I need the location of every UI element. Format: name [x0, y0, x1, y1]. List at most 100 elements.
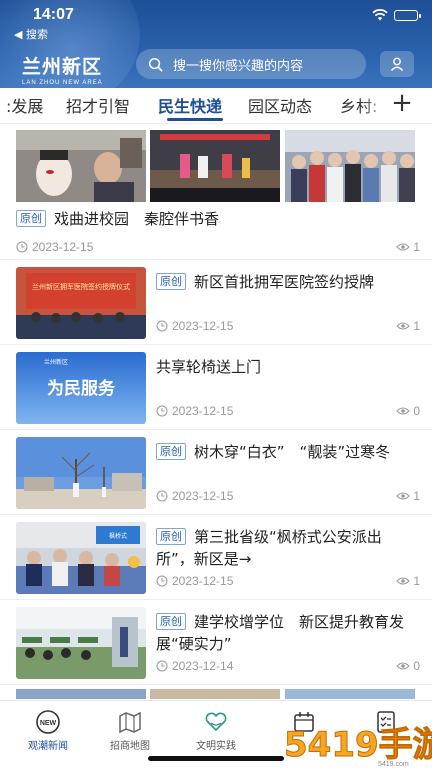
news-views: 1 [396, 574, 420, 588]
news-title-text: 新区首批拥军医院签约授牌 [194, 273, 375, 291]
news-views: 1 [396, 319, 420, 333]
list-item[interactable]: 原创 树木穿“白衣” “靓装”过寒冬 2023-12-15 1 [0, 431, 432, 515]
search-icon [148, 57, 163, 71]
list-item[interactable]: 枫桥式 原创 第三批省级“枫桥式公安派出所”，新区是→ 2023-12-15 1 [0, 516, 432, 600]
search-placeholder: 搜一搜你感兴趣的内容 [173, 58, 304, 74]
clock-icon [156, 405, 168, 417]
partial-thumbnail [150, 689, 280, 699]
thumb-banner-text: 枫桥式 [109, 532, 127, 540]
status-bar: 14:07 [0, 0, 432, 26]
news-date: 2023-12-15 [172, 404, 234, 418]
tab-park-news[interactable]: 园区动态 [248, 93, 312, 117]
thumb-banner-text: 兰州新区拥军医院签约授牌仪式 [32, 282, 130, 291]
eye-icon [396, 243, 411, 251]
news-title: 共享轮椅送上门 [156, 356, 418, 378]
news-meta: 2023-12-15 [156, 319, 233, 333]
clock-icon [16, 241, 28, 253]
news-title: 原创 新区首批拥军医院签约授牌 [156, 271, 418, 293]
user-profile-button[interactable] [380, 51, 414, 77]
list-item-featured[interactable]: 原创 戏曲进校园 秦腔伴书香 2023-12-15 1 [0, 126, 432, 260]
nav-news-label: 观潮新闻 [28, 741, 68, 752]
clock-icon [156, 320, 168, 332]
category-tabs: :发展 招才引智 民生快递 园区动态 乡村: + [0, 88, 432, 124]
clock-icon [156, 575, 168, 587]
eye-icon [396, 492, 411, 500]
original-tag: 原创 [16, 210, 46, 227]
list-item[interactable]: 兰州新区 为民服务 共享轮椅送上门 2023-12-15 0 [0, 346, 432, 430]
list-item[interactable]: 兰州新区拥军医院签约授牌仪式 原创 新区首批拥军医院签约授牌 2023-12-15… [0, 261, 432, 345]
svg-text:NEW: NEW [40, 720, 57, 727]
news-views: 0 [396, 659, 420, 673]
news-title-text: 共享轮椅送上门 [156, 358, 262, 376]
featured-photo-3 [285, 130, 415, 202]
active-tab-indicator [167, 118, 223, 121]
featured-photo-1 [16, 130, 146, 202]
logo-subtitle: LAN ZHOU NEW AREA [22, 80, 103, 86]
featured-view-count: 1 [413, 240, 420, 254]
back-to-search-link[interactable]: ◀ 搜索 [14, 26, 48, 42]
news-title-text: 树木穿“白衣” “靓装”过寒冬 [194, 443, 391, 461]
tab-livelihood[interactable]: 民生快递 [158, 93, 222, 117]
featured-title: 原创 戏曲进校园 秦腔伴书香 [16, 208, 418, 230]
featured-date: 2023-12-15 [32, 240, 94, 254]
nav-civilization-label: 文明实践 [196, 741, 236, 752]
search-input[interactable]: 搜一搜你感兴趣的内容 [136, 49, 366, 79]
news-view-count: 1 [413, 489, 420, 503]
eye-icon [396, 577, 411, 585]
news-meta: 2023-12-15 [156, 574, 233, 588]
nav-news[interactable]: NEW 观潮新闻 [8, 709, 88, 752]
clock-icon [156, 490, 168, 502]
map-icon [119, 711, 141, 734]
news-title: 原创 建学校增学位 新区提升教育发展“硬实力” [156, 611, 418, 655]
news-meta: 2023-12-15 [156, 404, 233, 418]
news-views: 0 [396, 404, 420, 418]
tab-development[interactable]: :发展 [6, 93, 43, 117]
app-header: 14:07 ◀ 搜索 兰州新区 LAN ZHOU NEW AREA 搜一搜你感兴… [0, 0, 432, 88]
original-tag: 原创 [156, 528, 186, 545]
thumb-banner-text: 为民服务 [47, 378, 116, 399]
news-date: 2023-12-15 [172, 319, 234, 333]
news-thumbnail [16, 607, 146, 679]
news-title: 原创 第三批省级“枫桥式公安派出所”，新区是→ [156, 526, 418, 570]
featured-title-text: 戏曲进校园 秦腔伴书香 [54, 210, 220, 228]
news-date: 2023-12-15 [172, 574, 234, 588]
featured-photo-2 [150, 130, 280, 202]
user-icon [390, 57, 404, 71]
eye-icon [396, 322, 411, 330]
site-watermark: 5419手游网 5419.com [284, 725, 432, 768]
new-badge-icon: NEW [36, 710, 60, 734]
news-view-count: 0 [413, 404, 420, 418]
status-time: 14:07 [33, 6, 74, 23]
news-thumbnail: 枫桥式 [16, 522, 146, 594]
news-title-text: 第三批省级“枫桥式公安派出所”，新区是→ [156, 528, 382, 568]
original-tag: 原创 [156, 443, 186, 460]
logo-title: 兰州新区 [22, 56, 103, 78]
home-indicator[interactable] [148, 756, 284, 761]
eye-icon [396, 407, 411, 415]
featured-meta: 2023-12-15 [16, 240, 93, 254]
news-meta: 2023-12-15 [156, 489, 233, 503]
partial-thumbnail [285, 689, 415, 699]
status-icons [372, 9, 421, 21]
news-thumbnail: 兰州新区拥军医院签约授牌仪式 [16, 267, 146, 339]
tab-talent[interactable]: 招才引智 [66, 93, 130, 117]
clock-icon [156, 660, 168, 672]
featured-views: 1 [396, 240, 420, 254]
nav-civilization[interactable]: 文明实践 [176, 709, 256, 752]
add-tab-button[interactable]: + [386, 88, 418, 118]
news-thumbnail: 兰州新区 为民服务 [16, 352, 146, 424]
list-item[interactable]: 原创 建学校增学位 新区提升教育发展“硬实力” 2023-12-14 0 [0, 601, 432, 685]
wifi-icon [372, 9, 388, 21]
partial-thumbnail [16, 689, 146, 699]
news-view-count: 1 [413, 319, 420, 333]
nav-investment-map[interactable]: 招商地图 [90, 709, 170, 752]
original-tag: 原创 [156, 613, 186, 630]
news-date: 2023-12-14 [172, 659, 234, 673]
original-tag: 原创 [156, 273, 186, 290]
heart-hands-icon [205, 712, 227, 732]
news-thumbnail [16, 437, 146, 509]
news-title: 原创 树木穿“白衣” “靓装”过寒冬 [156, 441, 418, 463]
news-meta: 2023-12-14 [156, 659, 233, 673]
news-title-text: 建学校增学位 新区提升教育发展“硬实力” [156, 613, 405, 653]
watermark-text: 5419手游网 [284, 725, 432, 765]
